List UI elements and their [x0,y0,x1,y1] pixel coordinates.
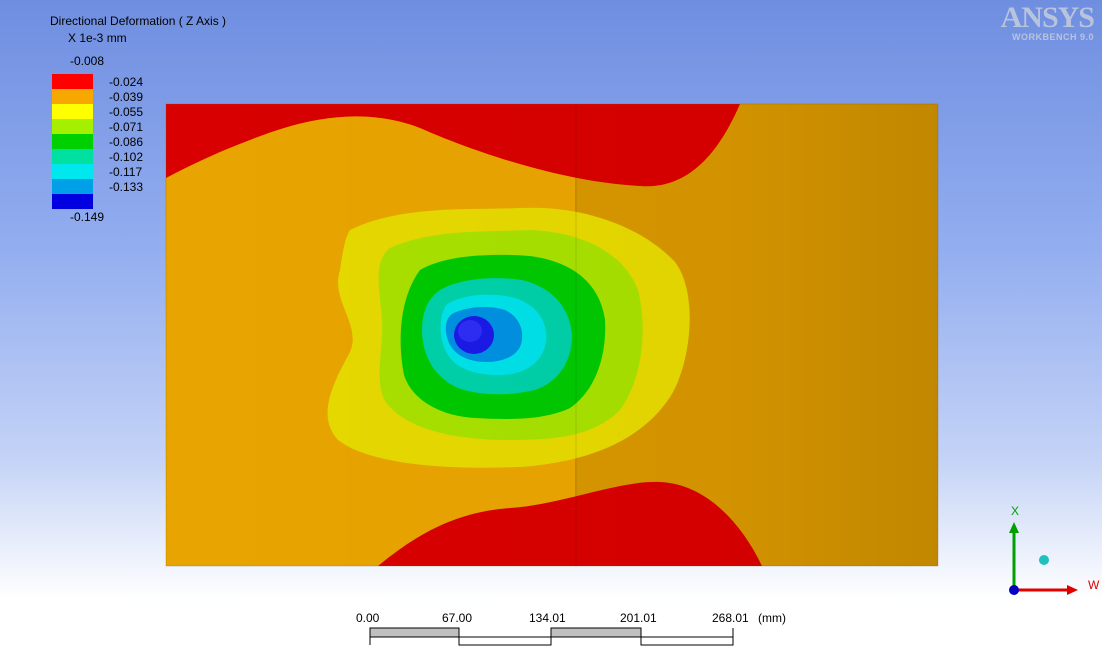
scale-tick-4: 268.01 [712,611,749,625]
triad-x-label: X [1011,504,1020,518]
plate-shading [166,104,938,566]
triad-origin [1009,585,1019,595]
triad-w-label: W [1088,578,1100,592]
scale-tick-1: 67.00 [442,611,473,625]
scale-bar [369,627,734,646]
scale-seg-2 [458,636,552,646]
model-viewport[interactable] [0,0,1102,671]
triad-x-arrowhead [1009,522,1019,533]
scale-seg-3 [550,627,642,638]
scale-tick-0: 0.00 [356,611,380,625]
triad-w-arrowhead [1067,585,1078,595]
triad-isometric-ball[interactable] [1039,555,1049,565]
scale-tick-2: 134.01 [529,611,566,625]
scale-unit: (mm) [758,611,786,625]
scale-seg-1 [369,627,460,638]
scale-tick-3: 201.01 [620,611,657,625]
scale-seg-4 [640,636,734,646]
coordinate-triad[interactable] [1009,522,1078,595]
deformation-contour [166,104,938,566]
